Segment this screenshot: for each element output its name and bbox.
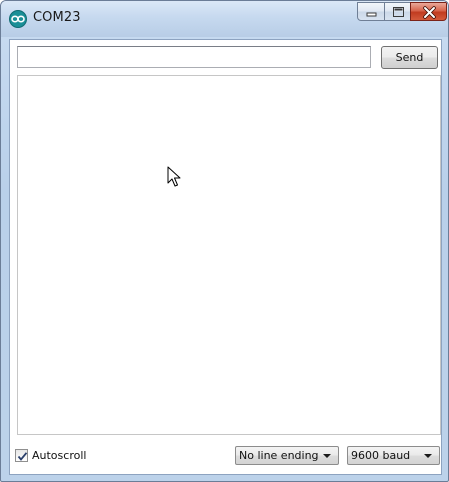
checkmark-icon bbox=[17, 452, 28, 461]
autoscroll-label: Autoscroll bbox=[32, 449, 87, 462]
close-icon bbox=[423, 6, 436, 19]
line-ending-select[interactable]: No line ending bbox=[235, 446, 339, 465]
maximize-button[interactable] bbox=[384, 2, 411, 21]
close-button[interactable] bbox=[410, 2, 447, 21]
send-input[interactable] bbox=[17, 46, 371, 68]
chevron-down-icon bbox=[323, 454, 331, 458]
mouse-pointer-icon bbox=[167, 166, 181, 187]
window-title: COM23 bbox=[33, 10, 81, 25]
send-button[interactable]: Send bbox=[381, 46, 438, 69]
title-bar[interactable]: COM23 bbox=[1, 1, 448, 37]
chevron-down-icon bbox=[424, 454, 432, 458]
serial-output-area[interactable] bbox=[17, 75, 441, 435]
arduino-infinity-icon bbox=[9, 10, 27, 28]
minimize-icon bbox=[366, 12, 377, 17]
line-ending-value: No line ending bbox=[239, 449, 319, 462]
baud-rate-select[interactable]: 9600 baud bbox=[347, 446, 440, 465]
autoscroll-checkbox[interactable] bbox=[15, 449, 28, 462]
minimize-button[interactable] bbox=[357, 2, 385, 21]
autoscroll-toggle[interactable]: Autoscroll bbox=[15, 448, 86, 463]
maximize-icon bbox=[393, 7, 404, 17]
baud-rate-value: 9600 baud bbox=[351, 449, 411, 462]
